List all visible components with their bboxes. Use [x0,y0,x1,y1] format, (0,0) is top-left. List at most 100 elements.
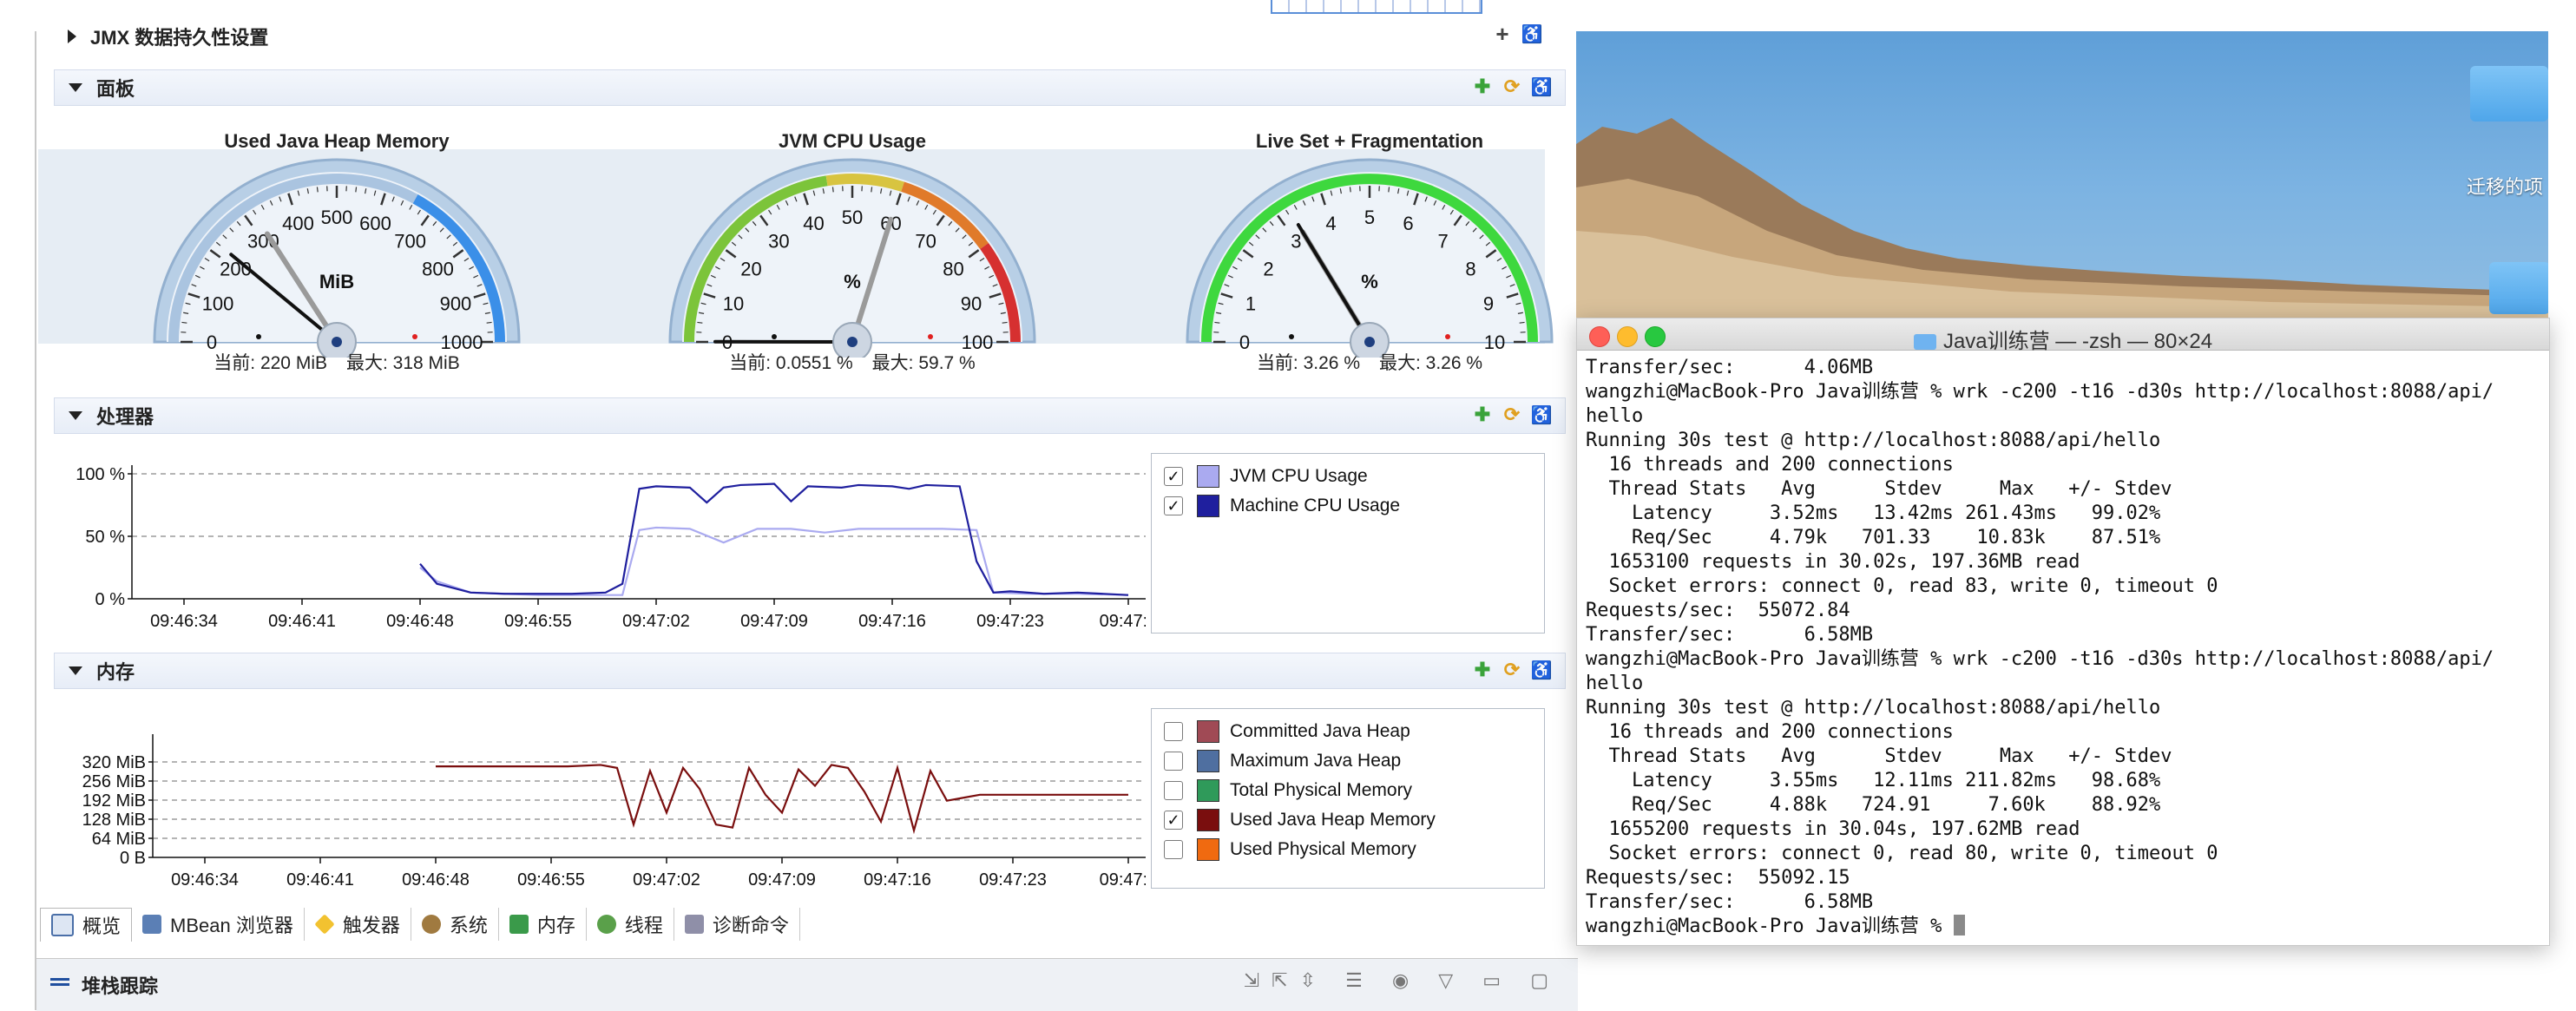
collapse-icon[interactable] [69,411,82,420]
x-tick-label: 09:46:41 [268,612,336,631]
memory-icon [509,915,529,934]
collapse-icon[interactable] [69,666,82,675]
legend-checkbox[interactable] [1164,840,1183,859]
legend-swatch [1197,809,1219,831]
tab-memory[interactable]: 内存 [499,908,587,941]
tab-system[interactable]: 系统 [411,908,499,941]
legend-checkbox[interactable] [1164,722,1183,741]
folder-icon[interactable] [2470,66,2548,121]
legend-item[interactable]: ✓ Machine CPU Usage [1164,494,1400,518]
gauge-unit: % [1361,271,1378,292]
stack-trace-label: 堆栈跟踪 [82,971,158,999]
refresh-icon[interactable]: ⟳ [1501,659,1523,681]
x-tick-label: 09:47:3 [1100,612,1146,631]
gauge-tick [1002,322,1008,323]
terminal-output[interactable]: Transfer/sec: 4.06MBwangzhi@MacBook-Pro … [1577,351,2549,944]
terminal-line: Running 30s test @ http://localhost:8088… [1586,696,2540,720]
x-tick-label: 09:47:16 [858,612,926,631]
folder-icon[interactable] [2489,262,2548,314]
gauge-tick-label: 4 [1325,213,1336,234]
folder-label[interactable]: 迁移的项 [2467,172,2543,200]
tab-label: 触发器 [343,910,400,938]
tab-label: 系统 [450,910,488,938]
x-tick-label: 09:46:41 [286,870,354,890]
terminal-line: Socket errors: connect 0, read 83, write… [1586,574,2540,599]
accessibility-icon[interactable]: ♿ [1530,659,1553,681]
y-tick-label: 64 MiB [92,830,146,849]
refresh-icon[interactable]: ⟳ [1501,75,1523,98]
gauge-tick-label: 5 [1364,207,1375,228]
section-processor-header[interactable]: 处理器 ✚ ⟳ ♿ [54,397,1566,434]
gauge-marker [1289,334,1294,339]
section-memory-header[interactable]: 内存 ✚ ⟳ ♿ [54,653,1566,689]
section-persistence-header[interactable]: JMX 数据持久性设置 + ♿ [54,19,1564,54]
y-tick-label: 50 % [85,528,125,547]
terminal-prompt[interactable]: wangzhi@MacBook-Pro Java训练营 % [1586,915,2540,939]
gauge-tick-label: 8 [1465,258,1475,279]
add-icon[interactable]: ✚ [1471,75,1494,98]
terminal-line: Transfer/sec: 4.06MB [1586,356,2540,380]
legend-checkbox[interactable]: ✓ [1164,467,1183,486]
legend-item[interactable]: ✓ Used Java Heap Memory [1164,808,1436,832]
gauge-tick [697,322,702,323]
terminal-titlebar[interactable]: Java训练营 — -zsh — 80×24 [1577,318,2549,351]
diagnostic-icon [685,915,704,934]
accessibility-icon[interactable]: ♿ [1521,23,1543,45]
legend-item[interactable]: Maximum Java Heap [1164,749,1401,773]
tab-overview[interactable]: 概览 [40,908,132,942]
stack-trace-bar[interactable]: 堆栈跟踪 ⇲⇱⇳ ☰ ◉ ▽ ▭ ▢ [36,958,1578,1011]
gauge-current: 当前: 220 MiB [214,353,327,373]
legend-checkbox[interactable]: ✓ [1164,496,1183,515]
add-icon[interactable]: + [1491,23,1514,45]
legend-checkbox[interactable]: ✓ [1164,811,1183,830]
gauge-hub-dot [332,337,342,347]
x-tick-label: 09:47:09 [748,870,816,890]
gauge-tick-label: 100 [202,293,234,315]
gauge-marker [256,334,261,339]
refresh-icon[interactable]: ⟳ [1501,404,1523,426]
tab-triggers[interactable]: 触发器 [305,908,411,941]
overview-icon [51,914,74,936]
terminal-line: wangzhi@MacBook-Pro Java训练营 % wrk -c200 … [1586,380,2540,404]
legend-item[interactable]: Committed Java Heap [1164,719,1410,744]
tab-mbean-browser[interactable]: MBean 浏览器 [132,908,305,941]
legend-item[interactable]: Total Physical Memory [1164,778,1412,803]
terminal-line: Req/Sec 4.79k 701.33 10.83k 87.51% [1586,526,2540,550]
terminal-line: hello [1586,404,2540,429]
legend-swatch [1197,779,1219,802]
legend-checkbox[interactable] [1164,781,1183,800]
gauge-tick-label: 20 [740,258,761,279]
gauge-max: 最大: 59.7 % [872,353,976,373]
gauge-tick-label: 3 [1291,231,1301,253]
add-icon[interactable]: ✚ [1471,404,1494,426]
toolbar-icons[interactable]: ⇲⇱⇳ ☰ ◉ ▽ ▭ ▢ [1244,969,1561,992]
section-title: 面板 [96,74,135,102]
y-tick-label: 100 % [76,465,125,484]
section-dashboard-header[interactable]: 面板 ✚ ⟳ ♿ [54,69,1566,106]
gauge-tick-label: 900 [440,293,472,315]
gauge-tick-label: 500 [321,207,353,228]
legend-checkbox[interactable] [1164,752,1183,771]
terminal-line: Latency 3.55ms 12.11ms 211.82ms 98.68% [1586,769,2540,793]
cpu-chart: 0 %50 %100 %09:46:3409:46:4109:46:4809:4… [52,451,1146,632]
gauge-tick-label: 1 [1245,293,1256,315]
gauge-tick-label: 600 [359,213,391,234]
legend-item[interactable]: ✓ JVM CPU Usage [1164,464,1368,489]
terminal-line: 16 threads and 200 connections [1586,453,2540,477]
tab-threads[interactable]: 线程 [587,908,674,941]
expand-icon[interactable] [68,30,76,43]
x-tick-label: 09:47:02 [622,612,690,631]
gauge-marker [1445,334,1450,339]
add-icon[interactable]: ✚ [1471,659,1494,681]
accessibility-icon[interactable]: ♿ [1530,404,1553,426]
legend-swatch [1197,495,1219,517]
terminal-window[interactable]: Java训练营 — -zsh — 80×24 Transfer/sec: 4.0… [1576,318,2550,946]
accessibility-icon[interactable]: ♿ [1530,75,1553,98]
memory-chart: 0 B64 MiB128 MiB192 MiB256 MiB320 MiB09:… [52,720,1146,890]
tab-diagnostic-commands[interactable]: 诊断命令 [674,908,800,941]
collapse-icon[interactable] [69,83,82,92]
gears-icon [422,915,441,934]
legend-item[interactable]: Used Physical Memory [1164,837,1416,862]
desktop-wallpaper: 迁移的项 [1576,31,2548,318]
gauge-tick [1214,322,1219,323]
